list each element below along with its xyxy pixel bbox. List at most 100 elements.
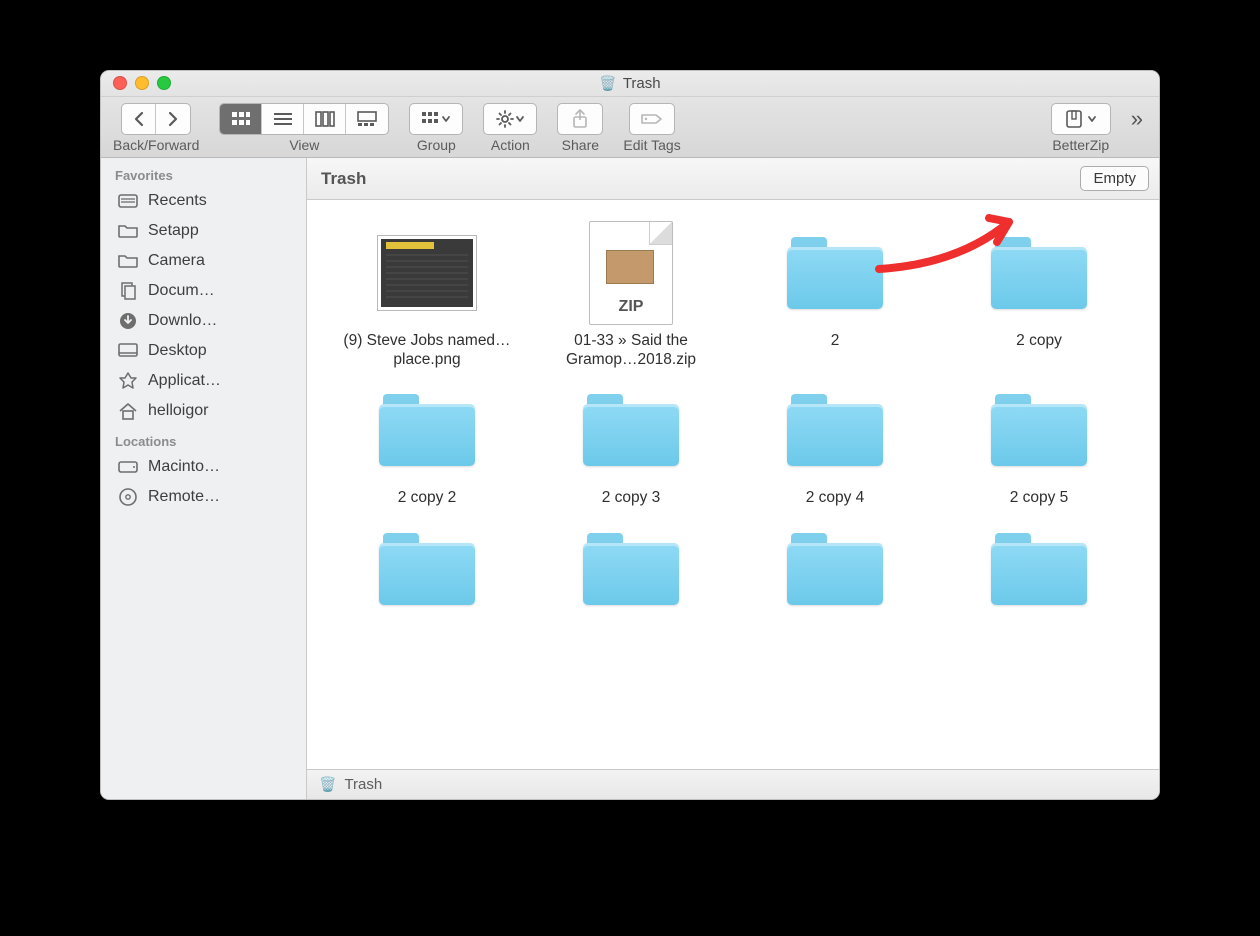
traffic-lights [113, 76, 171, 90]
sidebar-item-label: Applicat… [148, 372, 221, 390]
action-seg [483, 103, 537, 135]
tag-icon [640, 111, 664, 127]
folder-icon [379, 394, 475, 466]
file-item[interactable]: 2 copy 4 [735, 375, 935, 508]
sidebar-item-camera[interactable]: Camera [101, 246, 306, 276]
back-forward-label: Back/Forward [113, 137, 199, 153]
edit-tags-label: Edit Tags [623, 137, 680, 153]
home-icon [117, 401, 139, 421]
trash-icon: 🗑️ [319, 776, 336, 793]
sidebar-item-label: Downlo… [148, 312, 217, 330]
file-item[interactable]: 2 copy 5 [939, 375, 1139, 508]
file-item[interactable]: ZIP01-33 » Said the Gramop…2018.zip [531, 218, 731, 369]
folder-icon [117, 221, 139, 241]
sidebar-item-label: Remote… [148, 488, 220, 506]
file-item[interactable] [531, 514, 731, 628]
sidebar-item-recents[interactable]: Recents [101, 186, 306, 216]
share-group: Share [557, 103, 603, 153]
file-item[interactable]: (9) Steve Jobs named…place.png [327, 218, 527, 369]
applications-icon [117, 371, 139, 391]
sidebar-item-remote-disc[interactable]: Remote… [101, 482, 306, 512]
main-area: Trash Empty (9) Steve Jobs named…place.p… [307, 158, 1159, 799]
desktop-icon [117, 341, 139, 361]
file-item[interactable]: 2 copy 2 [327, 375, 527, 508]
file-item-label: 2 copy 4 [806, 489, 865, 508]
action-button[interactable] [484, 104, 536, 134]
group-button[interactable] [410, 104, 462, 134]
sidebar-item-setapp[interactable]: Setapp [101, 216, 306, 246]
view-icons-button[interactable] [220, 104, 262, 134]
back-forward-group: Back/Forward [113, 103, 199, 153]
betterzip-label: BetterZip [1052, 137, 1109, 153]
toolbar-overflow-button[interactable]: » [1131, 106, 1147, 150]
sidebar-item-downloads[interactable]: Downlo… [101, 306, 306, 336]
share-icon [571, 109, 589, 129]
view-list-button[interactable] [262, 104, 304, 134]
sidebar-item-home[interactable]: helloigor [101, 396, 306, 426]
gallery-view-icon [357, 111, 377, 127]
body: Favorites Recents Setapp [101, 158, 1159, 799]
toolbar: Back/Forward [101, 97, 1159, 158]
share-label: Share [562, 137, 599, 153]
view-label: View [289, 137, 319, 153]
file-item[interactable] [939, 514, 1139, 628]
forward-button[interactable] [156, 104, 190, 134]
sidebar-item-label: Docum… [148, 282, 215, 300]
remote-disc-icon [117, 487, 139, 507]
sidebar-section: Locations Macinto… Remote… [101, 426, 306, 512]
edit-tags-button[interactable] [629, 103, 675, 135]
sidebar-item-desktop[interactable]: Desktop [101, 336, 306, 366]
file-item[interactable] [735, 514, 935, 628]
downloads-icon [117, 311, 139, 331]
view-columns-button[interactable] [304, 104, 346, 134]
empty-trash-button[interactable]: Empty [1080, 166, 1149, 191]
close-button[interactable] [113, 76, 127, 90]
sidebar-item-label: Desktop [148, 342, 207, 360]
chevron-right-icon [166, 111, 180, 127]
recents-icon [117, 191, 139, 211]
minimize-button[interactable] [135, 76, 149, 90]
folder-icon [787, 533, 883, 605]
finder-window: 🗑️ Trash Back/Forward [100, 70, 1160, 800]
file-item[interactable]: 2 [735, 218, 935, 369]
grid-icon [421, 111, 441, 127]
location-title: Trash [321, 169, 366, 189]
file-item-label: 2 copy 5 [1010, 489, 1069, 508]
items-grid: (9) Steve Jobs named…place.png ZIP01-33 »… [307, 200, 1159, 638]
sidebar-item-macintosh-hd[interactable]: Macinto… [101, 452, 306, 482]
folder-icon [787, 237, 883, 309]
file-item[interactable]: 2 copy [939, 218, 1139, 369]
file-item-label: (9) Steve Jobs named…place.png [337, 332, 517, 369]
share-button[interactable] [557, 103, 603, 135]
betterzip-button[interactable] [1051, 103, 1111, 135]
items-scroll[interactable]: (9) Steve Jobs named…place.png ZIP01-33 »… [307, 200, 1159, 769]
sidebar-section-title: Favorites [101, 160, 306, 186]
gear-icon [495, 110, 515, 128]
folder-icon [583, 533, 679, 605]
path-bar: 🗑️ Trash [307, 769, 1159, 799]
list-view-icon [273, 111, 293, 127]
action-group: Action [483, 103, 537, 153]
sidebar-item-label: Macinto… [148, 458, 220, 476]
sidebar-item-documents[interactable]: Docum… [101, 276, 306, 306]
disk-icon [117, 457, 139, 477]
file-item-label: 2 copy 3 [602, 489, 661, 508]
file-item-label: 2 copy [1016, 332, 1062, 351]
file-item[interactable]: 2 copy 3 [531, 375, 731, 508]
chevron-left-icon [132, 111, 146, 127]
zoom-button[interactable] [157, 76, 171, 90]
sidebar-item-label: Setapp [148, 222, 199, 240]
sidebar-section: Favorites Recents Setapp [101, 160, 306, 426]
folder-icon [117, 251, 139, 271]
betterzip-group: BetterZip [1051, 103, 1111, 153]
trash-icon: 🗑️ [599, 75, 616, 92]
column-view-icon [315, 111, 335, 127]
path-bar-label: Trash [344, 776, 382, 793]
sidebar-item-applications[interactable]: Applicat… [101, 366, 306, 396]
file-item[interactable] [327, 514, 527, 628]
view-seg [219, 103, 389, 135]
back-button[interactable] [122, 104, 156, 134]
view-gallery-button[interactable] [346, 104, 388, 134]
sidebar-item-label: helloigor [148, 402, 208, 420]
sidebar: Favorites Recents Setapp [101, 158, 307, 799]
